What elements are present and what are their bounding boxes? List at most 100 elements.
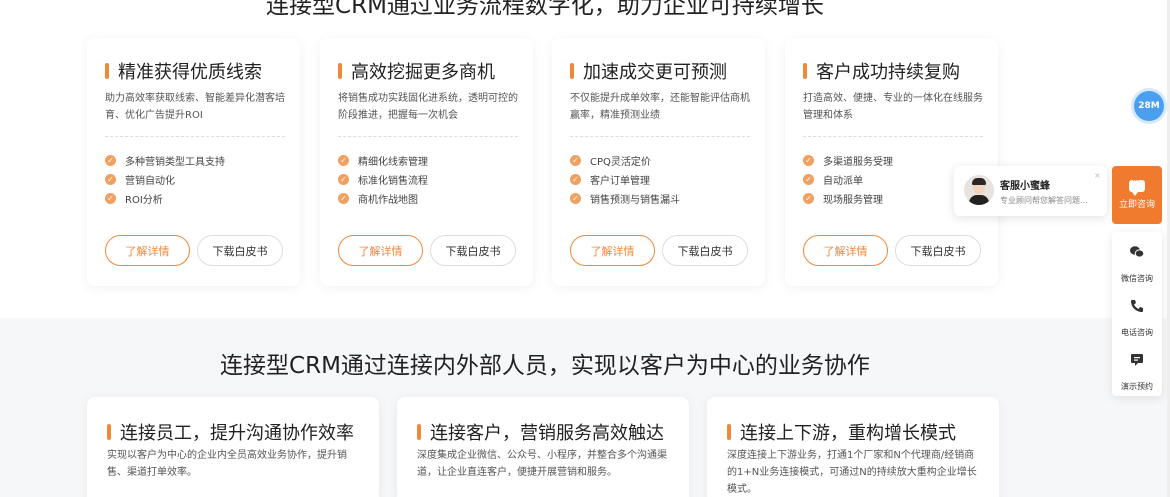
- feature-text: 标准化销售流程: [358, 176, 428, 187]
- wechat-consult-button[interactable]: 微信咨询: [1112, 244, 1162, 285]
- card-title: 连接员工，提升沟通协作效率: [107, 419, 354, 445]
- section-heading-bottom: 连接型CRM通过连接内外部人员，实现以客户为中心的业务协作: [220, 353, 870, 379]
- chat-icon: [1129, 176, 1145, 196]
- feature-list: ✓ CPQ灵活定价 ✓ 客户订单管理 ✓ 销售预测与销售漏斗: [570, 151, 680, 208]
- feature-text: 现场服务管理: [823, 195, 883, 206]
- side-contact-panel: 微信咨询 电话咨询 演示预约: [1112, 232, 1162, 396]
- check-icon: ✓: [105, 155, 116, 166]
- learn-more-button[interactable]: 了解详情: [105, 235, 190, 266]
- card-title: 连接客户，营销服务高效触达: [417, 419, 664, 445]
- card-title-text: 连接上下游，重构增长模式: [740, 423, 956, 444]
- card-description: 打造高效、便捷、专业的一体化在线服务管理和体系: [803, 93, 983, 121]
- card-title: 高效挖掘更多商机: [338, 58, 495, 84]
- card-title-text: 连接员工，提升沟通协作效率: [120, 423, 354, 444]
- feature-item: ✓ 自动派单: [803, 170, 893, 189]
- feature-text: 多渠道服务受理: [823, 157, 893, 168]
- customer-service-popup[interactable]: 客服小蜜蜂 专业顾问帮您解答问题... ×: [954, 166, 1107, 216]
- cs-subtitle: 专业顾问帮您解答问题...: [1000, 196, 1088, 205]
- download-whitepaper-button[interactable]: 下载白皮书: [430, 235, 516, 266]
- feature-text: CPQ灵活定价: [590, 157, 651, 168]
- consult-label: 立即咨询: [1118, 200, 1155, 210]
- feature-item: ✓ CPQ灵活定价: [570, 151, 680, 170]
- check-icon: ✓: [105, 193, 116, 204]
- check-icon: ✓: [338, 193, 349, 204]
- feature-item: ✓ 多种营销类型工具支持: [105, 151, 225, 170]
- download-whitepaper-button[interactable]: 下载白皮书: [197, 235, 283, 266]
- check-icon: ✓: [338, 174, 349, 185]
- close-icon[interactable]: ×: [1094, 171, 1101, 180]
- accent-bar: [417, 424, 421, 440]
- learn-more-button[interactable]: 了解详情: [803, 235, 888, 266]
- feature-item: ✓ 客户订单管理: [570, 170, 680, 189]
- card-title-text: 高效挖掘更多商机: [351, 62, 495, 83]
- feature-item: ✓ 营销自动化: [105, 170, 225, 189]
- card-title: 精准获得优质线索: [105, 58, 262, 84]
- check-icon: ✓: [105, 174, 116, 185]
- card-description: 深度连接上下游业务，打通1个厂家和N个代理商/经销商的1+N业务连接模式，可通过…: [727, 450, 977, 495]
- card-description: 实现以客户为中心的企业内全员高效业务协作，提升销售、渠道打单效率。: [107, 450, 347, 478]
- card-title-text: 客户成功持续复购: [816, 62, 960, 83]
- download-whitepaper-button[interactable]: 下载白皮书: [662, 235, 748, 266]
- demo-booking-button[interactable]: 演示预约: [1112, 352, 1162, 393]
- feature-list: ✓ 精细化线索管理 ✓ 标准化销售流程 ✓ 商机作战地图: [338, 151, 428, 208]
- accent-bar: [338, 63, 342, 79]
- check-icon: ✓: [803, 155, 814, 166]
- consult-now-button[interactable]: 立即咨询: [1112, 166, 1162, 224]
- feature-text: 营销自动化: [125, 176, 175, 187]
- phone-icon: [1129, 298, 1145, 314]
- feature-card-3: 加速成交更可预测 不仅能提升成单效率，还能智能评估商机赢率，精准预测业绩 ✓ CP…: [552, 38, 765, 286]
- connect-card-1: 连接员工，提升沟通协作效率 实现以客户为中心的企业内全员高效业务协作，提升销售、…: [87, 397, 379, 497]
- connect-card-2: 连接客户，营销服务高效触达 深度集成企业微信、公众号、小程序，并整合多个沟通渠道…: [397, 397, 689, 497]
- feature-item: ✓ 销售预测与销售漏斗: [570, 189, 680, 208]
- divider: [570, 136, 750, 137]
- card-title-text: 精准获得优质线索: [118, 62, 262, 83]
- feature-list: ✓ 多种营销类型工具支持 ✓ 营销自动化 ✓ ROI分析: [105, 151, 225, 208]
- card-title: 连接上下游，重构增长模式: [727, 419, 956, 445]
- feature-list: ✓ 多渠道服务受理 ✓ 自动派单 ✓ 现场服务管理: [803, 151, 893, 208]
- avatar-badge[interactable]: 28M: [1134, 91, 1164, 121]
- wechat-label: 微信咨询: [1121, 274, 1153, 283]
- feature-text: 销售预测与销售漏斗: [590, 195, 680, 206]
- demo-icon: [1129, 352, 1145, 368]
- divider: [105, 136, 285, 137]
- feature-item: ✓ 标准化销售流程: [338, 170, 428, 189]
- feature-item: ✓ 现场服务管理: [803, 189, 893, 208]
- feature-card-2: 高效挖掘更多商机 将销售成功实践固化进系统，透明可控的阶段推进，把握每一次机会 …: [320, 38, 533, 286]
- card-description: 不仅能提升成单效率，还能智能评估商机赢率，精准预测业绩: [570, 93, 750, 121]
- demo-label: 演示预约: [1121, 382, 1153, 391]
- card-title-text: 连接客户，营销服务高效触达: [430, 423, 664, 444]
- check-icon: ✓: [338, 155, 349, 166]
- wechat-icon: [1129, 244, 1145, 260]
- feature-item: ✓ ROI分析: [105, 189, 225, 208]
- check-icon: ✓: [570, 193, 581, 204]
- check-icon: ✓: [570, 174, 581, 185]
- learn-more-button[interactable]: 了解详情: [570, 235, 655, 266]
- check-icon: ✓: [803, 174, 814, 185]
- feature-text: 客户订单管理: [590, 176, 650, 187]
- divider: [338, 136, 518, 137]
- accent-bar: [105, 63, 109, 79]
- card-title-text: 加速成交更可预测: [583, 62, 727, 83]
- accent-bar: [107, 424, 111, 440]
- check-icon: ✓: [803, 193, 814, 204]
- card-title: 客户成功持续复购: [803, 58, 960, 84]
- phone-consult-button[interactable]: 电话咨询: [1112, 298, 1162, 339]
- section-heading-top: 连接型CRM通过业务流程数字化，助力企业可持续增长: [266, 0, 824, 19]
- feature-text: 自动派单: [823, 176, 863, 187]
- card-description: 助力高效率获取线索、智能差异化潜客培育、优化广告提升ROI: [105, 93, 285, 121]
- feature-item: ✓ 精细化线索管理: [338, 151, 428, 170]
- feature-item: ✓ 多渠道服务受理: [803, 151, 893, 170]
- cs-name: 客服小蜜蜂: [1000, 181, 1050, 192]
- card-description: 将销售成功实践固化进系统，透明可控的阶段推进，把握每一次机会: [338, 93, 518, 121]
- card-description: 深度集成企业微信、公众号、小程序，并整合多个沟通渠道，让企业直连客户，便捷开展营…: [417, 450, 667, 478]
- avatar: [964, 175, 994, 205]
- feature-text: ROI分析: [125, 195, 163, 206]
- check-icon: ✓: [570, 155, 581, 166]
- download-whitepaper-button[interactable]: 下载白皮书: [895, 235, 981, 266]
- feature-text: 精细化线索管理: [358, 157, 428, 168]
- phone-label: 电话咨询: [1121, 328, 1153, 337]
- feature-card-4: 客户成功持续复购 打造高效、便捷、专业的一体化在线服务管理和体系 ✓ 多渠道服务受…: [785, 38, 998, 286]
- learn-more-button[interactable]: 了解详情: [338, 235, 423, 266]
- connect-card-3: 连接上下游，重构增长模式 深度连接上下游业务，打通1个厂家和N个代理商/经销商的…: [707, 397, 999, 497]
- accent-bar: [727, 424, 731, 440]
